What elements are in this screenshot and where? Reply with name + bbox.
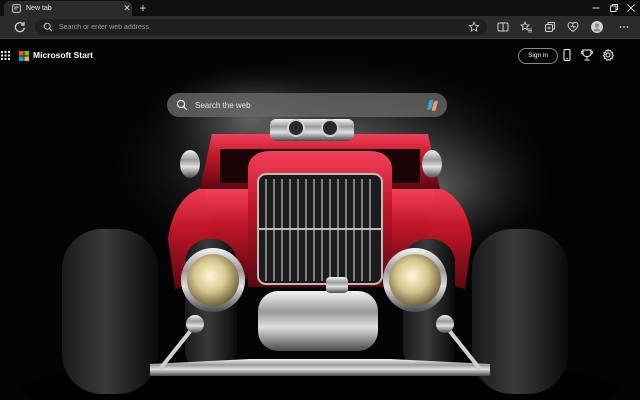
mobile-app-icon[interactable] bbox=[560, 48, 574, 62]
new-tab-button[interactable]: + bbox=[137, 2, 149, 14]
tab-title: New tab bbox=[26, 5, 52, 12]
search-icon bbox=[176, 99, 188, 111]
rewards-icon[interactable] bbox=[580, 48, 594, 62]
brand-name[interactable]: Microsoft Start bbox=[33, 50, 93, 61]
web-search-box[interactable] bbox=[167, 93, 447, 117]
browser-essentials-icon[interactable] bbox=[566, 20, 580, 34]
more-options-icon[interactable] bbox=[617, 20, 631, 34]
search-icon bbox=[43, 22, 53, 32]
collections-icon[interactable] bbox=[543, 20, 557, 34]
restore-icon[interactable] bbox=[607, 1, 621, 15]
split-screen-icon[interactable] bbox=[496, 20, 510, 34]
sign-in-button[interactable]: Sign in bbox=[518, 48, 558, 64]
favorites-icon[interactable] bbox=[519, 20, 533, 34]
profile-avatar-icon[interactable] bbox=[590, 20, 604, 34]
refresh-icon[interactable] bbox=[13, 20, 27, 34]
microsoft-logo-icon[interactable] bbox=[19, 51, 29, 61]
favorite-star-icon[interactable] bbox=[468, 21, 480, 33]
newtab-page-icon bbox=[12, 4, 21, 13]
web-search-input[interactable] bbox=[195, 93, 415, 117]
copilot-icon[interactable] bbox=[425, 98, 440, 113]
apps-launcher-icon[interactable] bbox=[0, 50, 11, 61]
browser-toolbar bbox=[0, 16, 640, 39]
settings-gear-icon[interactable] bbox=[601, 48, 615, 62]
tab-new-tab[interactable]: New tab ✕ bbox=[4, 1, 132, 16]
address-bar[interactable] bbox=[35, 19, 487, 35]
new-tab-page: Microsoft Start Sign in bbox=[0, 39, 640, 400]
tab-close-button[interactable]: ✕ bbox=[122, 3, 132, 14]
address-input[interactable] bbox=[59, 19, 459, 35]
tab-strip: New tab ✕ + bbox=[0, 0, 640, 16]
close-icon[interactable] bbox=[624, 1, 638, 15]
minimize-icon[interactable] bbox=[589, 1, 603, 15]
